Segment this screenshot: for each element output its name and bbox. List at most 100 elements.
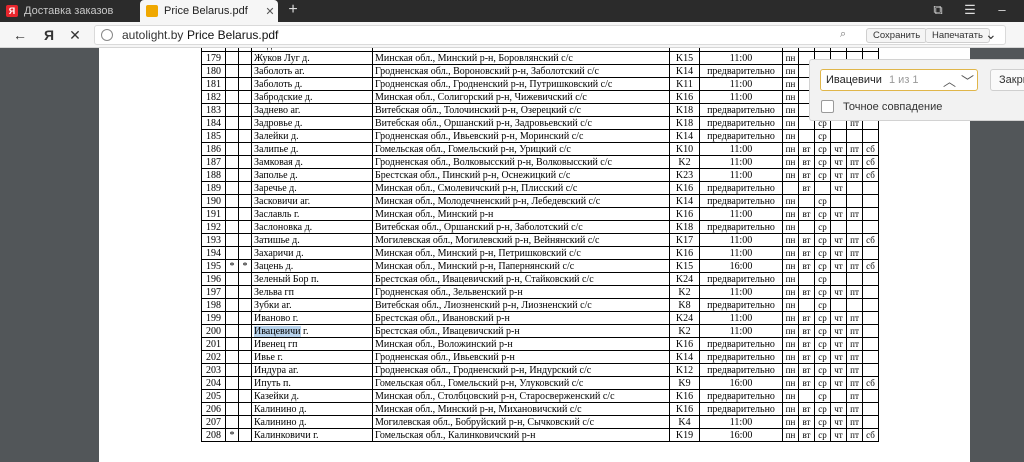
delivery-day — [846, 129, 863, 143]
find-count: 1 из 1 — [889, 74, 919, 86]
delivery-day — [798, 272, 815, 286]
row-mark — [238, 207, 252, 221]
tabs-manager-icon[interactable]: ⧉ — [926, 2, 950, 18]
close-tab-icon[interactable]: ✕ — [262, 5, 278, 18]
delivery-day: пт — [846, 324, 863, 338]
row-number: 183 — [201, 103, 226, 117]
region: Минская обл., Смолевичский р-н, Плисский… — [372, 181, 670, 195]
tab-price-pdf[interactable]: Price Belarus.pdf ✕ — [140, 0, 278, 22]
search-icon[interactable]: ⌕ — [840, 28, 846, 41]
route-code: K2 — [669, 155, 700, 169]
route-code: K16 — [669, 337, 700, 351]
delivery-day: сб — [862, 428, 879, 442]
delivery-day: чт — [830, 311, 847, 325]
row-mark — [238, 298, 252, 312]
row-mark — [225, 103, 239, 117]
row-mark — [225, 64, 239, 78]
row-mark — [238, 246, 252, 260]
match-case-checkbox[interactable] — [821, 100, 834, 113]
reload-icon[interactable]: ✕ — [64, 26, 86, 44]
find-input[interactable]: Ивацевичи 1 из 1 ︿ ﹀ — [820, 69, 978, 91]
find-query: Ивацевичи — [826, 74, 882, 86]
chevron-down-icon[interactable]: ⌄ — [985, 26, 997, 43]
menu-icon[interactable]: ☰ — [958, 2, 982, 18]
delivery-time: 11:00 — [699, 207, 783, 221]
delivery-time: предварительно — [699, 194, 783, 208]
omnibox[interactable]: autolight.by Price Belarus.pdf ⌕ Сохрани… — [94, 25, 1006, 45]
delivery-time: предварительно — [699, 129, 783, 143]
delivery-day: пт — [846, 415, 863, 429]
delivery-day: ср — [814, 129, 831, 143]
delivery-day — [862, 298, 879, 312]
row-mark — [225, 51, 239, 65]
yandex-home-icon[interactable]: Я — [38, 26, 60, 44]
delivery-time: 16:00 — [699, 376, 783, 390]
settlement-name: Заславль г. — [251, 207, 373, 221]
route-code: K15 — [669, 51, 700, 65]
delivery-day: пн — [782, 103, 799, 117]
delivery-day: ср — [814, 376, 831, 390]
table-row: 200 Ивацевичи г. Брестская обл., Ивацевичс… — [201, 324, 879, 338]
region: Брестская обл., Ивацевичский р-н — [372, 324, 670, 338]
delivery-day: пн — [782, 90, 799, 104]
settlement-name: Затишье д. — [251, 233, 373, 247]
region: Гродненская обл., Зельвенский р-н — [372, 285, 670, 299]
minimize-icon[interactable]: – — [990, 2, 1014, 17]
row-mark — [225, 181, 239, 195]
table-row: 184 Задровье д. Витебская обл., Оршанский … — [201, 116, 879, 130]
row-mark — [238, 324, 252, 338]
settlement-name: Калинино д. — [251, 402, 373, 416]
delivery-day — [862, 181, 879, 195]
find-close-button[interactable]: Закрыть — [990, 69, 1024, 91]
new-tab-icon[interactable]: + — [284, 1, 302, 19]
save-button[interactable]: Сохранить — [866, 28, 928, 43]
row-number: 191 — [201, 207, 226, 221]
delivery-day: ср — [814, 415, 831, 429]
settlement-name: Заслоновка д. — [251, 220, 373, 234]
delivery-day — [830, 129, 847, 143]
delivery-day: вт — [798, 168, 815, 182]
settlement-name: Индура аг. — [251, 363, 373, 377]
route-code: K18 — [669, 220, 700, 234]
row-number: 197 — [201, 285, 226, 299]
route-code: K16 — [669, 246, 700, 260]
row-mark: * — [238, 259, 252, 273]
settlement-name: Замковая д. — [251, 155, 373, 169]
delivery-time: 11:00 — [699, 142, 783, 156]
table-row: 179 Жуков Луг д. Минская обл., Минский р-н… — [201, 51, 879, 65]
delivery-day: пт — [846, 428, 863, 442]
delivery-day: пн — [782, 155, 799, 169]
row-mark — [238, 51, 252, 65]
tab-title: Price Belarus.pdf — [164, 5, 248, 17]
route-code: K14 — [669, 194, 700, 208]
row-mark — [238, 350, 252, 364]
row-mark — [225, 77, 239, 91]
route-code: K8 — [669, 298, 700, 312]
settlement-name: Ивье г. — [251, 350, 373, 364]
table-row: 204 Ипуть п. Гомельская обл., Гомельский р… — [201, 376, 879, 390]
row-mark: * — [225, 259, 239, 273]
route-code: K19 — [669, 428, 700, 442]
delivery-day: пн — [782, 363, 799, 377]
find-next-icon[interactable]: ﹀ — [961, 71, 974, 90]
delivery-day: пн — [782, 428, 799, 442]
row-mark — [238, 181, 252, 195]
find-prev-icon[interactable]: ︿ — [943, 71, 956, 90]
delivery-day: вт — [798, 259, 815, 273]
delivery-day: пн — [782, 129, 799, 143]
back-icon[interactable]: ← — [9, 26, 31, 44]
delivery-day: пн — [782, 298, 799, 312]
settlement-name: Зацень д. — [251, 259, 373, 273]
route-code: K14 — [669, 350, 700, 364]
row-mark — [225, 168, 239, 182]
delivery-day — [846, 298, 863, 312]
row-number: 195 — [201, 259, 226, 273]
row-mark — [225, 324, 239, 338]
print-button[interactable]: Напечатать — [925, 28, 990, 43]
region: Гродненская обл., Ивьевский р-н — [372, 350, 670, 364]
table-row: 193 Затишье д. Могилевская обл., Могилевск… — [201, 233, 879, 247]
delivery-day: вт — [798, 233, 815, 247]
settlement-name: Зубки аг. — [251, 298, 373, 312]
delivery-time: предварительно — [699, 181, 783, 195]
tab-delivery[interactable]: Я Доставка заказов — [0, 0, 140, 22]
